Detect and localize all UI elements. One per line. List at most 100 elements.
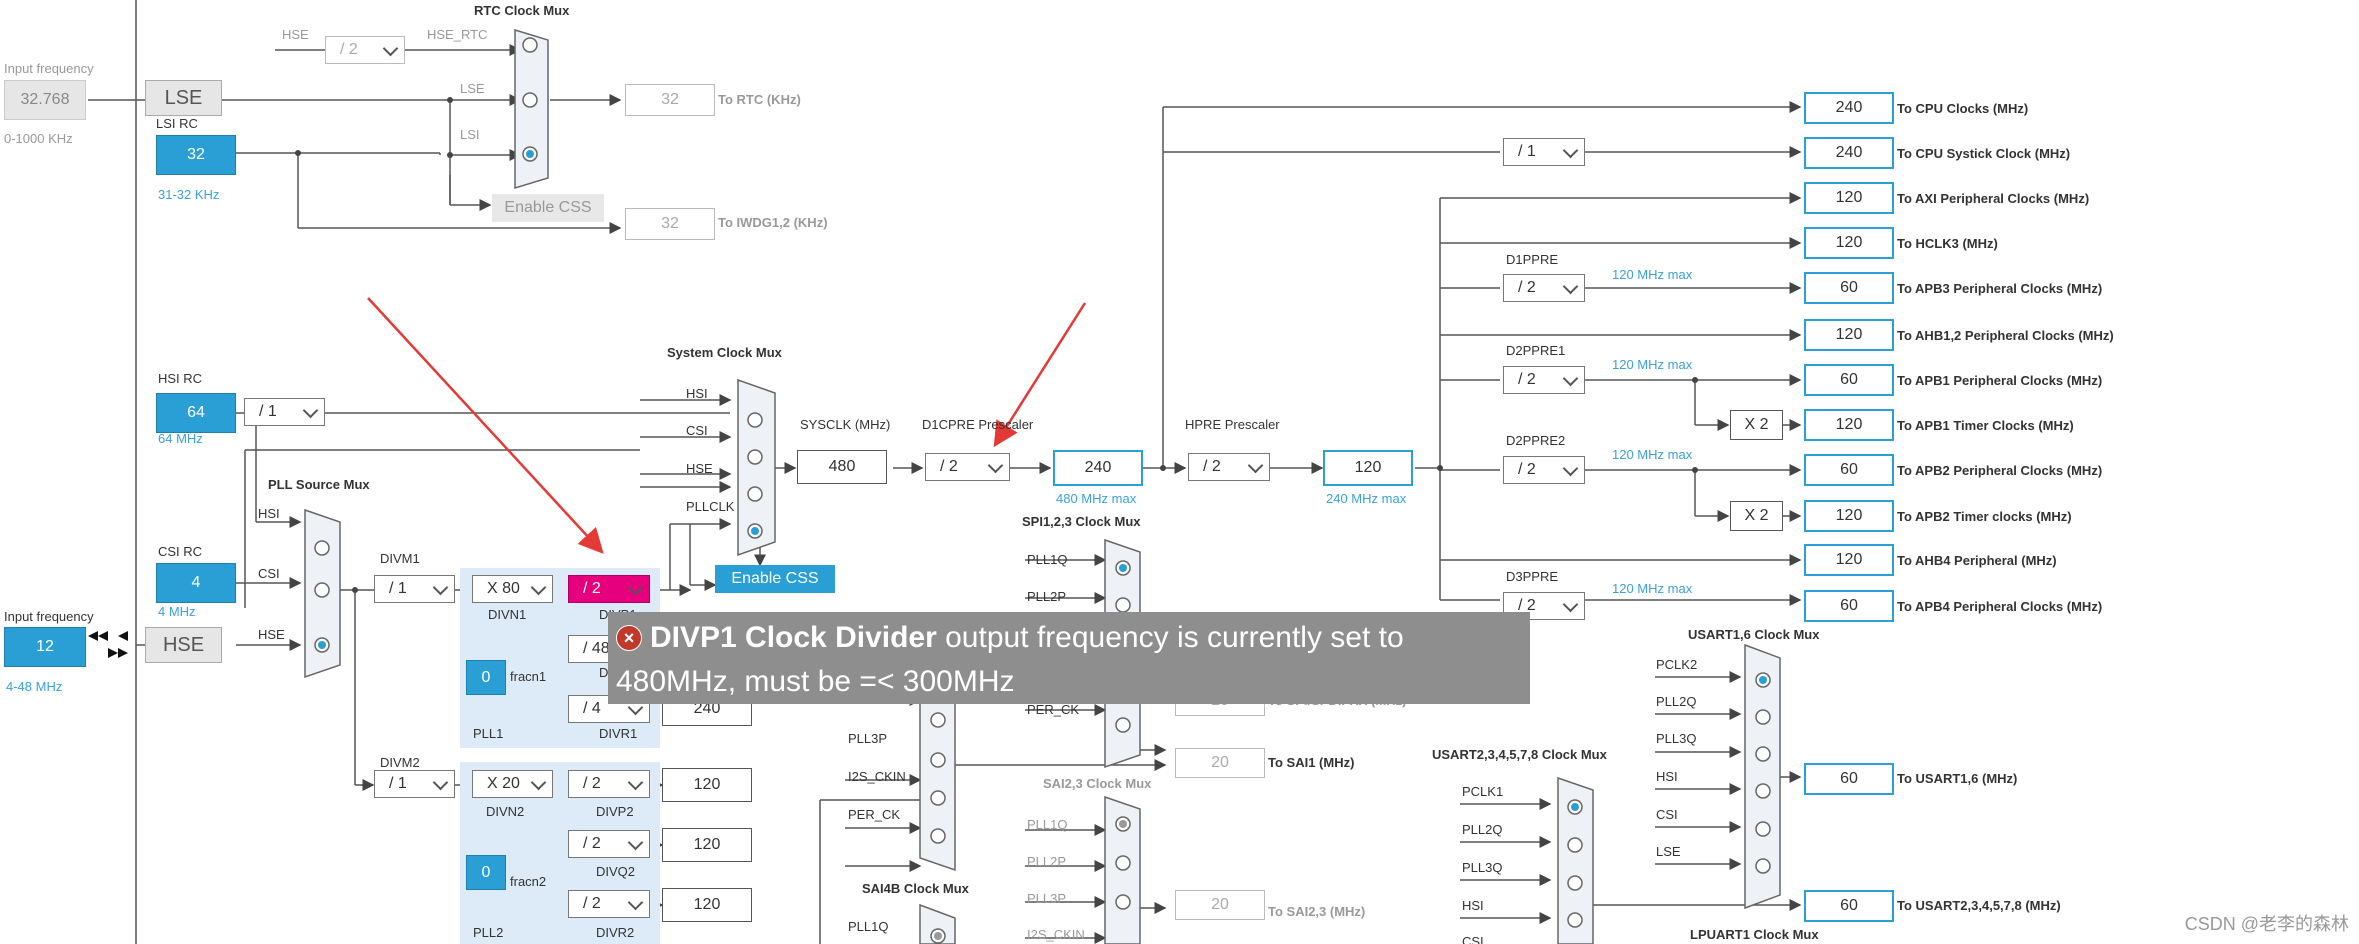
hpre-prescaler-label: HPRE Prescaler [1185,417,1280,432]
apb2-timer-output[interactable]: 120 [1804,500,1894,532]
chevron-down-icon [432,579,449,596]
pll-source-mux-title: PLL Source Mux [268,477,370,492]
usart16-input-3: HSI [1656,769,1678,784]
apb4-label: To APB4 Peripheral Clocks (MHz) [1897,599,2103,614]
hpre-select[interactable]: / 2 [1188,453,1270,481]
hpre-output[interactable]: 120 [1323,450,1413,486]
divm2-select[interactable]: / 1 [374,770,455,798]
hse-input-frequency-field[interactable]: 12 [4,627,86,667]
enable-css-button[interactable]: Enable CSS [715,565,835,593]
sai1-i2s-ckin-label: I2S_CKIN [848,769,906,784]
hsi-value: 64 [156,393,236,433]
sysclk-value[interactable]: 480 [797,450,887,484]
hsi-divider-select[interactable]: / 1 [244,398,325,426]
hse-source-button[interactable]: HSE [145,627,222,663]
divm2-value: / 1 [389,775,407,792]
divp2-output[interactable]: 120 [662,768,752,802]
chevron-down-icon [1562,460,1579,477]
iwdg-output-value[interactable]: 32 [625,208,715,240]
spi-per-ck-label: PER_CK [1027,702,1080,717]
systick-divider-select[interactable]: / 1 [1503,138,1585,166]
divp2-select[interactable]: / 2 [568,770,650,798]
hse-rtc-divider-select[interactable]: / 2 [325,36,405,64]
divp2-value: / 2 [583,775,601,792]
ahb12-output[interactable]: 120 [1804,319,1894,351]
spi-mux-title: SPI1,2,3 Clock Mux [1022,514,1141,529]
chevron-down-icon [987,457,1004,474]
usart16-input-2: PLL3Q [1656,731,1697,746]
apb2-label: To APB2 Peripheral Clocks (MHz) [1897,463,2103,478]
lsi-value: 32 [156,135,236,175]
sai23-output[interactable]: 20 [1175,890,1265,920]
sai23-pll3p-label: PLL3P [1027,891,1067,906]
divn1-select[interactable]: X 80 [472,575,553,603]
clock-configuration-canvas: RTC Clock Mux HSE HSE_RTC / 2 LSE LSI 32… [0,0,2359,944]
csi-range-label: 4 MHz [158,604,196,619]
d2ppre2-label: D2PPRE2 [1506,433,1566,448]
d2ppre1-label: D2PPRE1 [1506,343,1566,358]
d1cpre-output[interactable]: 240 [1053,450,1143,486]
axi-output[interactable]: 120 [1804,182,1894,214]
divq2-output[interactable]: 120 [662,828,752,862]
d2ppre1-select[interactable]: / 2 [1503,366,1585,394]
usart2-output-label: To USART2,3,4,5,7,8 (MHz) [1897,898,2061,913]
error-icon: × [616,625,642,651]
chevron-down-icon [1562,278,1579,295]
sai4b-pll1q-label: PLL1Q [848,919,889,934]
d1cpre-select[interactable]: / 2 [925,453,1010,481]
lse-source-button[interactable]: LSE [145,80,222,116]
chevron-down-icon [432,774,449,791]
rtc-output-value[interactable]: 32 [625,84,715,116]
apb1-timer-multiplier: X 2 [1730,410,1783,440]
fracn2-field[interactable]: 0 [466,855,506,890]
divq1-label: D [599,665,609,680]
pll-source-csi-label: CSI [258,566,280,581]
apb1-label: To APB1 Peripheral Clocks (MHz) [1897,373,2103,388]
divp1-select-error[interactable]: / 2 [568,575,650,603]
apb3-output[interactable]: 60 [1804,272,1894,304]
usart16-output[interactable]: 60 [1804,763,1894,795]
rtc-enable-css-button[interactable]: Enable CSS [492,194,604,222]
system-clock-mux-title: System Clock Mux [667,345,782,360]
ahb4-output[interactable]: 120 [1804,544,1894,576]
d1ppre-max-label: 120 MHz max [1612,267,1693,282]
hsi-divider-value: / 1 [259,403,277,420]
sai1-output[interactable]: 20 [1175,748,1265,778]
d1cpre-value: / 2 [940,458,958,475]
tooltip-title: DIVP1 Clock Divider [650,621,937,654]
cpu-systick-output[interactable]: 240 [1804,137,1894,169]
hsi-range-label: 64 MHz [158,431,203,446]
hse-input-frequency-label: Input frequency [4,609,94,624]
fracn2-label: fracn2 [510,874,547,889]
divm1-value: / 1 [389,580,407,597]
usart2-input-2: PLL3Q [1462,860,1503,875]
usart16-input-5: LSE [1656,844,1681,859]
divq2-select[interactable]: / 2 [568,830,650,858]
divr2-select[interactable]: / 2 [568,890,650,918]
apb4-output[interactable]: 60 [1804,590,1894,622]
apb2-output[interactable]: 60 [1804,454,1894,486]
cpu-clocks-output[interactable]: 240 [1804,92,1894,124]
sai1-output-label: To SAI1 (MHz) [1268,755,1355,770]
pll2-name: PLL2 [473,925,504,940]
d2ppre2-select[interactable]: / 2 [1503,456,1585,484]
apb1-output[interactable]: 60 [1804,364,1894,396]
divm1-select[interactable]: / 1 [374,575,455,603]
divn1-label: DIVN1 [488,607,527,622]
d1ppre-select[interactable]: / 2 [1503,274,1585,302]
sai1-pll3p-label: PLL3P [848,731,888,746]
apb1-timer-output[interactable]: 120 [1804,409,1894,441]
sysmux-hsi-label: HSI [686,386,708,401]
lse-input-frequency-field[interactable]: 32.768 [4,80,86,120]
iwdg-output-label: To IWDG1,2 (KHz) [718,215,828,230]
usart2-output[interactable]: 60 [1804,890,1894,922]
sai23-mux-title: SAI2,3 Clock Mux [1043,776,1152,791]
hclk3-output[interactable]: 120 [1804,227,1894,259]
divr2-output[interactable]: 120 [662,888,752,922]
fracn1-field[interactable]: 0 [466,660,506,695]
divn2-select[interactable]: X 20 [472,770,553,798]
d3ppre-max-label: 120 MHz max [1612,581,1693,596]
chevron-down-icon [627,579,644,596]
pll-source-hsi-label: HSI [258,506,280,521]
divq1-value: / 48 [583,640,610,657]
